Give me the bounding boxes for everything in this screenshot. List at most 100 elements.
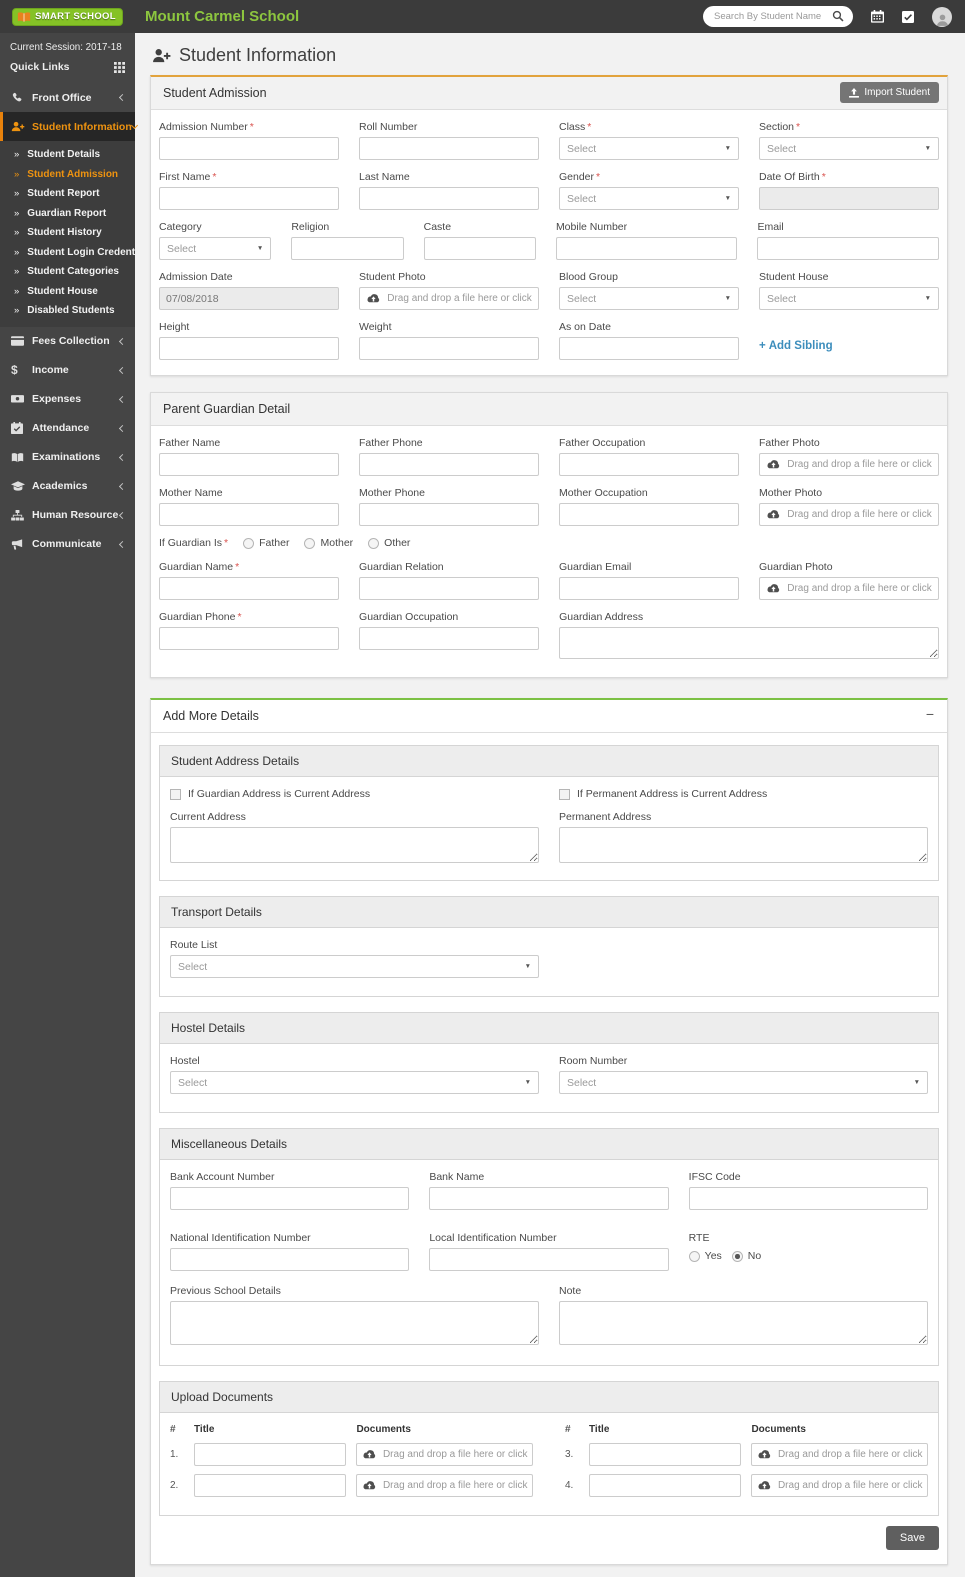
father-occupation-input[interactable] <box>559 453 739 476</box>
field-label: Admission Number <box>159 121 248 133</box>
route-list-select[interactable]: Select ▼ <box>170 955 539 978</box>
search-input[interactable] <box>703 6 853 27</box>
rte-yes-radio[interactable]: Yes <box>688 1250 722 1262</box>
brand-area[interactable]: SMART SCHOOL <box>0 7 135 26</box>
weight-input[interactable] <box>359 337 539 360</box>
national-id-input[interactable] <box>170 1248 410 1271</box>
sidebar-item-human-resource[interactable]: Human Resource <box>0 501 135 530</box>
local-id-input[interactable] <box>429 1248 669 1271</box>
category-select[interactable]: Select ▼ <box>159 237 272 260</box>
document-dropzone-1[interactable]: Drag and drop a file here or click <box>356 1443 533 1466</box>
section-select[interactable]: Select ▼ <box>759 137 939 160</box>
guardian-email-input[interactable] <box>559 577 739 600</box>
note-textarea[interactable] <box>559 1301 928 1345</box>
save-button[interactable]: Save <box>885 1526 939 1550</box>
sidebar-item-examinations[interactable]: Examinations <box>0 443 135 472</box>
sidebar-subitem-student-history[interactable]: » Student History <box>0 223 135 243</box>
email-input[interactable] <box>757 237 939 260</box>
checkbox-icon <box>559 788 570 800</box>
bank-name-input[interactable] <box>429 1187 669 1210</box>
sidebar-item-expenses[interactable]: Expenses <box>0 385 135 414</box>
guardian-father-radio[interactable]: Father <box>243 537 289 549</box>
blood-group-select[interactable]: Select ▼ <box>559 287 739 310</box>
document-dropzone-2[interactable]: Drag and drop a file here or click <box>356 1474 533 1497</box>
sidebar-subitem-guardian-report[interactable]: » Guardian Report <box>0 204 135 224</box>
sidebar-subitem-student-house[interactable]: » Student House <box>0 282 135 302</box>
sidebar-item-income[interactable]: $ Income <box>0 356 135 385</box>
user-avatar[interactable] <box>932 6 952 27</box>
previous-school-textarea[interactable] <box>170 1301 539 1345</box>
sidebar-item-front-office[interactable]: Front Office <box>0 83 135 112</box>
hostel-select[interactable]: Select ▼ <box>170 1071 539 1094</box>
grid-icon[interactable] <box>114 61 125 73</box>
guardian-photo-dropzone[interactable]: Drag and drop a file here or click <box>759 577 939 600</box>
mobile-number-input[interactable] <box>555 237 738 260</box>
admission-number-input[interactable] <box>159 137 339 160</box>
current-address-textarea[interactable] <box>170 827 539 863</box>
add-sibling-link[interactable]: + Add Sibling <box>759 340 833 352</box>
sidebar-item-label: Income <box>32 364 69 376</box>
sidebar-item-fees-collection[interactable]: Fees Collection <box>0 327 135 356</box>
student-photo-dropzone[interactable]: Drag and drop a file here or click <box>359 287 539 310</box>
height-input[interactable] <box>159 337 339 360</box>
sidebar-item-attendance[interactable]: Attendance <box>0 414 135 443</box>
gender-select[interactable]: Select ▼ <box>559 187 739 210</box>
sidebar-subitem-student-details[interactable]: » Student Details <box>0 145 135 165</box>
student-house-select[interactable]: Select ▼ <box>759 287 939 310</box>
double-arrow-icon: » <box>14 305 20 316</box>
document-title-input-2[interactable] <box>194 1474 347 1497</box>
first-name-input[interactable] <box>159 187 339 210</box>
roll-number-input[interactable] <box>359 137 539 160</box>
tasks-check-icon[interactable] <box>902 10 914 23</box>
admission-date-input[interactable] <box>159 287 339 310</box>
document-title-input-4[interactable] <box>589 1474 742 1497</box>
document-dropzone-3[interactable]: Drag and drop a file here or click <box>751 1443 928 1466</box>
mother-occupation-input[interactable] <box>559 503 739 526</box>
permanent-address-textarea[interactable] <box>559 827 928 863</box>
field-label: Mother Name <box>159 487 223 499</box>
guardian-relation-input[interactable] <box>359 577 539 600</box>
sidebar-subitem-student-login-credential[interactable]: » Student Login Credential <box>0 243 146 263</box>
document-title-input-1[interactable] <box>194 1443 347 1466</box>
guardian-occupation-input[interactable] <box>359 627 540 650</box>
class-select[interactable]: Select ▼ <box>559 137 739 160</box>
guardian-address-textarea[interactable] <box>559 627 939 659</box>
import-student-button[interactable]: Import Student <box>840 82 939 103</box>
guardian-phone-input[interactable] <box>159 627 340 650</box>
father-name-input[interactable] <box>159 453 339 476</box>
guardian-mother-radio[interactable]: Mother <box>304 537 353 549</box>
date-of-birth-input[interactable] <box>759 187 939 210</box>
ifsc-code-input[interactable] <box>688 1187 928 1210</box>
rte-no-radio[interactable]: No <box>731 1250 761 1262</box>
caste-input[interactable] <box>423 237 536 260</box>
father-photo-dropzone[interactable]: Drag and drop a file here or click <box>759 453 939 476</box>
quick-links[interactable]: Quick Links <box>0 56 135 83</box>
mother-name-input[interactable] <box>159 503 339 526</box>
sidebar-subitem-student-admission[interactable]: » Student Admission <box>0 165 135 185</box>
religion-input[interactable] <box>291 237 404 260</box>
sidebar-subitem-disabled-students[interactable]: » Disabled Students <box>0 301 135 321</box>
guardian-name-input[interactable] <box>159 577 339 600</box>
last-name-input[interactable] <box>359 187 539 210</box>
document-dropzone-4[interactable]: Drag and drop a file here or click <box>751 1474 928 1497</box>
as-on-date-input[interactable] <box>559 337 739 360</box>
sidebar-subitem-student-report[interactable]: » Student Report <box>0 184 135 204</box>
guardian-address-checkbox[interactable]: If Guardian Address is Current Address <box>170 788 539 800</box>
calendar-icon[interactable] <box>871 10 884 23</box>
room-number-select[interactable]: Select ▼ <box>559 1071 928 1094</box>
sidebar-item-student-information[interactable]: Student Information <box>0 112 138 141</box>
permanent-address-checkbox[interactable]: If Permanent Address is Current Address <box>559 788 928 800</box>
collapse-minus-icon[interactable]: − <box>926 707 934 721</box>
father-phone-input[interactable] <box>359 453 539 476</box>
field-bank-account: Bank Account Number <box>170 1171 410 1210</box>
search-icon[interactable] <box>832 10 844 22</box>
sidebar-subitem-student-categories[interactable]: » Student Categories <box>0 262 135 282</box>
mother-phone-input[interactable] <box>359 503 539 526</box>
mother-photo-dropzone[interactable]: Drag and drop a file here or click <box>759 503 939 526</box>
subitem-label: Disabled Students <box>27 305 115 317</box>
sidebar-item-communicate[interactable]: Communicate <box>0 530 135 559</box>
bank-account-input[interactable] <box>170 1187 410 1210</box>
sidebar-item-academics[interactable]: Academics <box>0 472 135 501</box>
guardian-other-radio[interactable]: Other <box>368 537 410 549</box>
document-title-input-3[interactable] <box>589 1443 742 1466</box>
